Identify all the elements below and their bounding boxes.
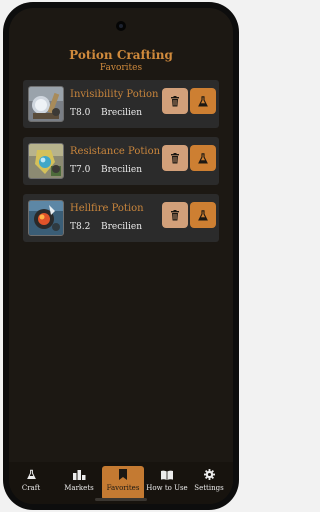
potion-name: Invisibility Potion: [70, 89, 159, 100]
nav-item-craft[interactable]: Craft: [17, 466, 45, 500]
nav-item-markets[interactable]: Markets: [61, 466, 97, 500]
bookmark-icon: [119, 469, 127, 480]
favorite-card[interactable]: Invisibility Potion T8.0 Brecilien: [23, 80, 219, 128]
bar-chart-icon: [72, 470, 85, 480]
nav-item-favorites[interactable]: Favorites: [102, 466, 144, 500]
delete-favorite-button[interactable]: [162, 145, 188, 171]
delete-favorite-button[interactable]: [162, 88, 188, 114]
gear-icon: [203, 469, 215, 480]
bottom-nav: Craft Markets Favorites How to Use Setti…: [9, 462, 233, 504]
flask-icon: [26, 469, 36, 480]
potion-tier: T7.0: [70, 165, 91, 175]
nav-item-settings[interactable]: Settings: [193, 466, 225, 500]
craft-potion-button[interactable]: [190, 145, 216, 171]
trash-icon: [171, 95, 179, 106]
favorite-card[interactable]: Hellfire Potion T8.2 Brecilien: [23, 194, 219, 242]
flask-icon: [198, 152, 208, 164]
front-camera: [116, 21, 126, 31]
nav-label: How to Use: [146, 484, 188, 492]
phone-frame: Potion Crafting Favorites Invisibility P…: [3, 2, 239, 510]
invisibility-potion-icon: [28, 86, 64, 122]
craft-potion-button[interactable]: [190, 202, 216, 228]
nav-label: Craft: [21, 484, 41, 492]
flask-icon: [198, 95, 208, 107]
craft-potion-button[interactable]: [190, 88, 216, 114]
app-screen: Potion Crafting Favorites Invisibility P…: [9, 8, 233, 504]
nav-label: Settings: [194, 484, 224, 492]
favorite-card[interactable]: Resistance Potion T7.0 Brecilien: [23, 137, 219, 185]
potion-tier: T8.2: [70, 222, 91, 232]
nav-item-how-to-use[interactable]: How to Use: [146, 466, 188, 500]
page-header: Potion Crafting Favorites: [9, 48, 233, 74]
page-title: Potion Crafting: [69, 48, 173, 62]
trash-icon: [171, 152, 179, 163]
potion-city: Brecilien: [101, 222, 143, 232]
potion-name: Resistance Potion: [70, 146, 161, 157]
home-indicator[interactable]: [95, 498, 147, 501]
book-icon: [161, 470, 173, 480]
resistance-potion-icon: [28, 143, 64, 179]
page-subtitle: Favorites: [99, 63, 143, 73]
hellfire-potion-icon: [28, 200, 64, 236]
flask-icon: [198, 209, 208, 221]
potion-tier: T8.0: [70, 108, 91, 118]
trash-icon: [171, 209, 179, 220]
potion-name: Hellfire Potion: [70, 203, 144, 214]
nav-label: Markets: [64, 484, 94, 492]
potion-city: Brecilien: [101, 165, 143, 175]
nav-label: Favorites: [106, 484, 140, 492]
potion-city: Brecilien: [101, 108, 143, 118]
delete-favorite-button[interactable]: [162, 202, 188, 228]
